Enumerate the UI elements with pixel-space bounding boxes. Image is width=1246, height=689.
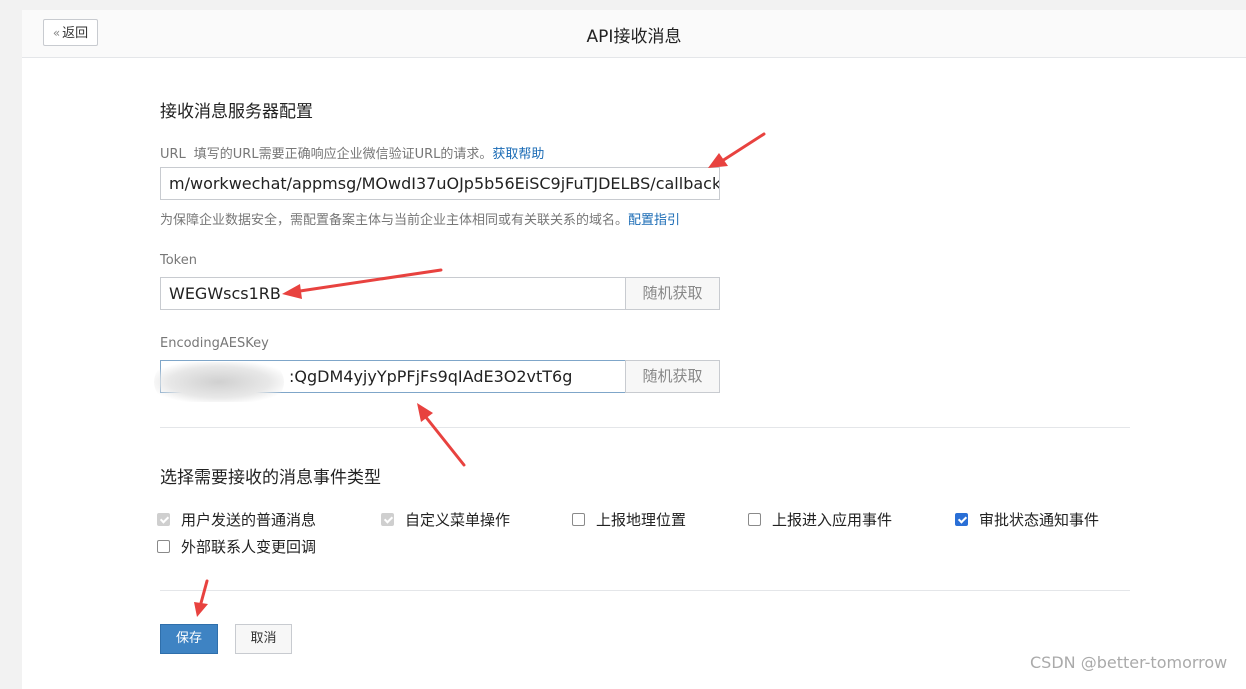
arrow-icon-aes-key bbox=[417, 403, 466, 467]
watermark: CSDN @better-tomorrow bbox=[1030, 653, 1228, 672]
arrow-icon-token bbox=[282, 268, 443, 299]
arrow-icon-save bbox=[194, 579, 209, 617]
annotation-arrows bbox=[194, 132, 766, 617]
arrow-icon-url bbox=[708, 132, 766, 168]
